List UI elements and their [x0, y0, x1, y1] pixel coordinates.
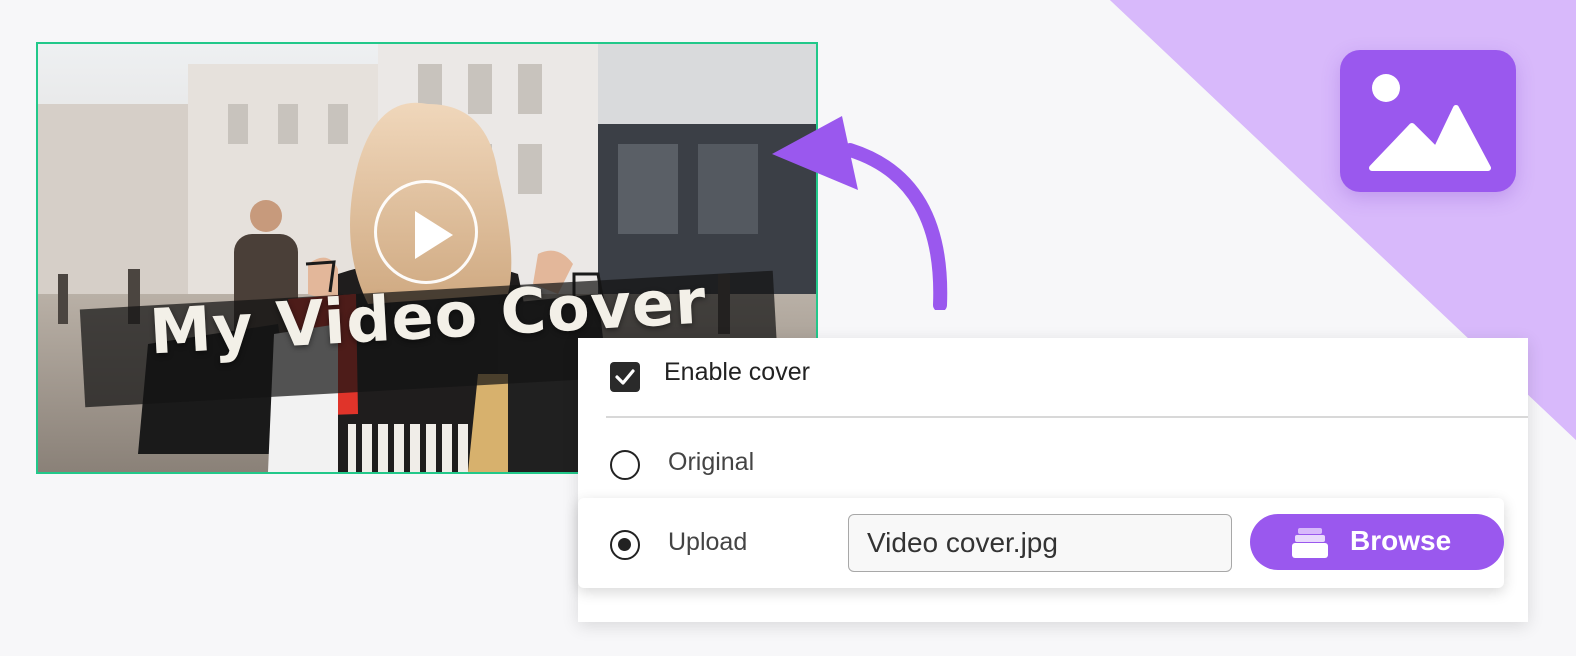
original-label: Original	[668, 448, 755, 476]
curved-arrow-icon	[772, 116, 948, 310]
option-upload[interactable]: Upload Video cover.jpg Browse	[578, 498, 1504, 588]
image-icon	[1369, 74, 1491, 171]
enable-cover-checkbox[interactable]	[610, 362, 640, 392]
play-icon	[415, 211, 453, 259]
upload-label: Upload	[668, 528, 748, 556]
divider	[606, 416, 1528, 418]
cover-settings-panel: Enable cover Original Upload Video cover…	[578, 338, 1528, 622]
upload-radio[interactable]	[610, 530, 640, 560]
enable-cover-label: Enable cover	[664, 358, 810, 386]
file-name-field[interactable]: Video cover.jpg	[848, 514, 1232, 572]
original-radio[interactable]	[610, 450, 640, 480]
checkmark-icon	[615, 369, 635, 385]
image-badge	[1340, 50, 1516, 192]
enable-cover-row[interactable]: Enable cover	[578, 338, 1528, 416]
browse-button[interactable]: Browse	[1250, 514, 1504, 570]
play-button[interactable]	[374, 180, 478, 284]
folder-stack-icon	[1292, 528, 1328, 558]
browse-label: Browse	[1350, 525, 1452, 556]
